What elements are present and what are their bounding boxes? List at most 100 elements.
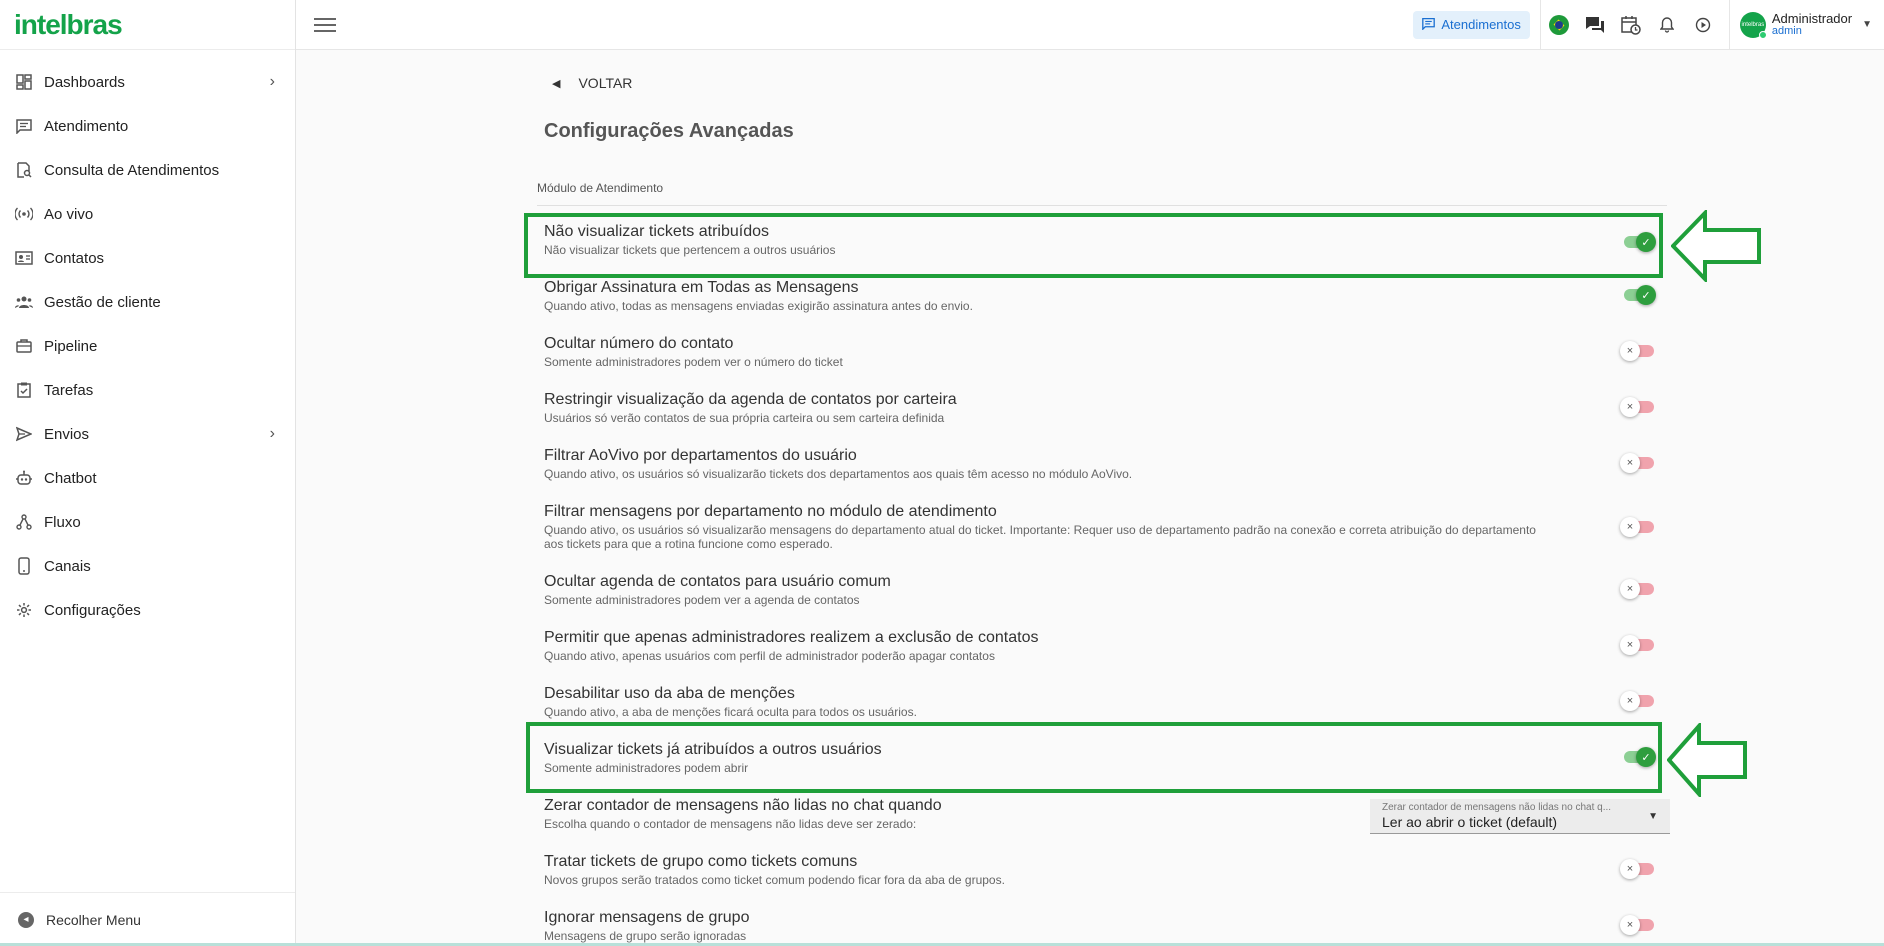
close-icon: ×: [1620, 579, 1640, 599]
chevron-right-icon: ›: [269, 425, 275, 442]
setting-toggle[interactable]: ×: [1620, 341, 1656, 361]
setting-toggle[interactable]: ×: [1620, 859, 1656, 879]
people-icon: [14, 292, 34, 312]
sidebar-item-dashboards[interactable]: Dashboards ›: [0, 60, 295, 104]
back-button[interactable]: ◀ VOLTAR: [552, 75, 632, 91]
collapse-menu-label: Recolher Menu: [46, 911, 141, 928]
close-icon: ×: [1620, 341, 1640, 361]
back-label: VOLTAR: [578, 75, 633, 91]
setting-toggle[interactable]: ×: [1620, 453, 1656, 473]
collapse-arrow-icon: ◂: [18, 911, 34, 928]
send-icon: [14, 424, 34, 444]
select-value: Ler ao abrir o ticket (default): [1382, 814, 1558, 830]
setting-title: Obrigar Assinatura em Todas as Mensagens: [544, 279, 859, 296]
sidebar-item-consulta[interactable]: Consulta de Atendimentos: [0, 148, 295, 192]
sidebar-item-label: Ao vivo: [44, 205, 94, 223]
setting-title: Restringir visualização da agenda de con…: [544, 391, 957, 408]
sidebar-item-label: Pipeline: [44, 337, 98, 355]
messages-icon[interactable]: [1580, 10, 1610, 40]
close-icon: ×: [1620, 517, 1640, 537]
dropdown-arrow-icon: ▼: [1648, 811, 1658, 822]
sidebar-item-label: Configurações: [44, 601, 141, 619]
sidebar-item-configuracoes[interactable]: Configurações: [0, 588, 295, 632]
select-label: Zerar contador de mensagens não lidas no…: [1382, 802, 1612, 813]
setting-row: Ocultar agenda de contatos para usuário …: [544, 573, 1656, 607]
sidebar-item-label: Contatos: [44, 249, 105, 267]
language-flag-icon[interactable]: [1544, 10, 1574, 40]
setting-title: Ocultar agenda de contatos para usuário …: [544, 573, 891, 590]
phone-icon: [14, 556, 34, 576]
sidebar-item-atendimento[interactable]: Atendimento: [0, 104, 295, 148]
highlight-box: [524, 213, 1663, 278]
sidebar-item-pipeline[interactable]: Pipeline: [0, 324, 295, 368]
check-icon: ✓: [1636, 285, 1656, 305]
close-icon: ×: [1620, 859, 1640, 879]
setting-toggle[interactable]: ×: [1620, 691, 1656, 711]
dashboard-icon: [14, 72, 34, 92]
avatar-text: intelbras: [1741, 21, 1765, 28]
sidebar-item-label: Gestão de cliente: [44, 293, 161, 311]
setting-row: Ignorar mensagens de grupo Mensagens de …: [544, 909, 1656, 943]
user-name: Administrador: [1771, 11, 1853, 26]
live-icon: [14, 204, 34, 224]
setting-row: Filtrar mensagens por departamento no mó…: [544, 503, 1656, 551]
reset-counter-select[interactable]: Zerar contador de mensagens não lidas no…: [1370, 799, 1670, 834]
setting-description: Somente administradores podem ver a agen…: [544, 593, 860, 607]
sidebar-item-tarefas[interactable]: Tarefas: [0, 368, 295, 412]
sidebar-nav: Dashboards › Atendimento Consulta de Ate…: [0, 50, 295, 632]
flow-icon: [14, 512, 34, 532]
close-icon: ×: [1620, 691, 1640, 711]
setting-description: Novos grupos serão tratados como ticket …: [544, 873, 1005, 887]
contact-card-icon: [14, 248, 34, 268]
highlight-box: [526, 722, 1662, 793]
sidebar-item-chatbot[interactable]: Chatbot: [0, 456, 295, 500]
setting-row: Permitir que apenas administradores real…: [544, 629, 1656, 663]
briefcase-icon: [14, 336, 34, 356]
annotation-arrow-icon: [1671, 210, 1761, 282]
collapse-menu-button[interactable]: ◂ Recolher Menu: [0, 892, 295, 946]
user-menu[interactable]: intelbras Administrador admin ▼: [1728, 0, 1884, 50]
atendimentos-button[interactable]: Atendimentos: [1413, 10, 1530, 39]
setting-toggle[interactable]: ×: [1620, 579, 1656, 599]
play-circle-icon[interactable]: [1688, 10, 1718, 40]
back-arrow-icon: ◀: [552, 77, 561, 90]
online-status-dot: [1758, 30, 1767, 39]
setting-row: Obrigar Assinatura em Todas as Mensagens…: [544, 279, 1656, 313]
setting-toggle[interactable]: ×: [1620, 635, 1656, 655]
logo-text: intelbras: [14, 8, 123, 40]
setting-description: Quando ativo, os usuários só visualizarã…: [544, 523, 1536, 551]
setting-toggle[interactable]: ×: [1620, 517, 1656, 537]
sidebar-item-ao-vivo[interactable]: Ao vivo: [0, 192, 295, 236]
bell-icon[interactable]: [1652, 10, 1682, 40]
sidebar-item-gestao-cliente[interactable]: Gestão de cliente: [0, 280, 295, 324]
setting-row: Restringir visualização da agenda de con…: [544, 391, 1656, 425]
annotation-arrow-icon: [1667, 723, 1747, 797]
sidebar-item-contatos[interactable]: Contatos: [0, 236, 295, 280]
setting-toggle[interactable]: ×: [1620, 397, 1656, 417]
setting-description: Quando ativo, apenas usuários com perfil…: [544, 649, 995, 663]
close-icon: ×: [1620, 635, 1640, 655]
sidebar-item-label: Consulta de Atendimentos: [44, 161, 220, 179]
sidebar-item-label: Chatbot: [44, 469, 97, 487]
sidebar-item-canais[interactable]: Canais: [0, 544, 295, 588]
gear-icon: [14, 600, 34, 620]
setting-title: Ignorar mensagens de grupo: [544, 909, 750, 926]
section-label: Módulo de Atendimento: [537, 181, 1667, 206]
sidebar-item-fluxo[interactable]: Fluxo: [0, 500, 295, 544]
sidebar-item-envios[interactable]: Envios ›: [0, 412, 295, 456]
setting-title: Ocultar número do contato: [544, 335, 734, 352]
chat-icon: [14, 116, 34, 136]
schedule-calendar-icon[interactable]: [1616, 10, 1646, 40]
brand-logo[interactable]: intelbras: [0, 0, 295, 50]
menu-icon[interactable]: [314, 14, 336, 36]
setting-row: Zerar contador de mensagens não lidas no…: [544, 797, 1670, 834]
close-icon: ×: [1620, 453, 1640, 473]
setting-description: Somente administradores podem ver o núme…: [544, 355, 843, 369]
setting-title: Tratar tickets de grupo como tickets com…: [544, 853, 858, 870]
setting-description: Quando ativo, a aba de menções ficará oc…: [544, 705, 917, 719]
setting-toggle[interactable]: ✓: [1620, 285, 1656, 305]
setting-toggle[interactable]: ×: [1620, 915, 1656, 935]
sidebar-item-label: Atendimento: [44, 117, 129, 135]
app-root: intelbras Dashboards › Atendimento Consu…: [0, 0, 1884, 946]
setting-row: Ocultar número do contato Somente admini…: [544, 335, 1656, 369]
